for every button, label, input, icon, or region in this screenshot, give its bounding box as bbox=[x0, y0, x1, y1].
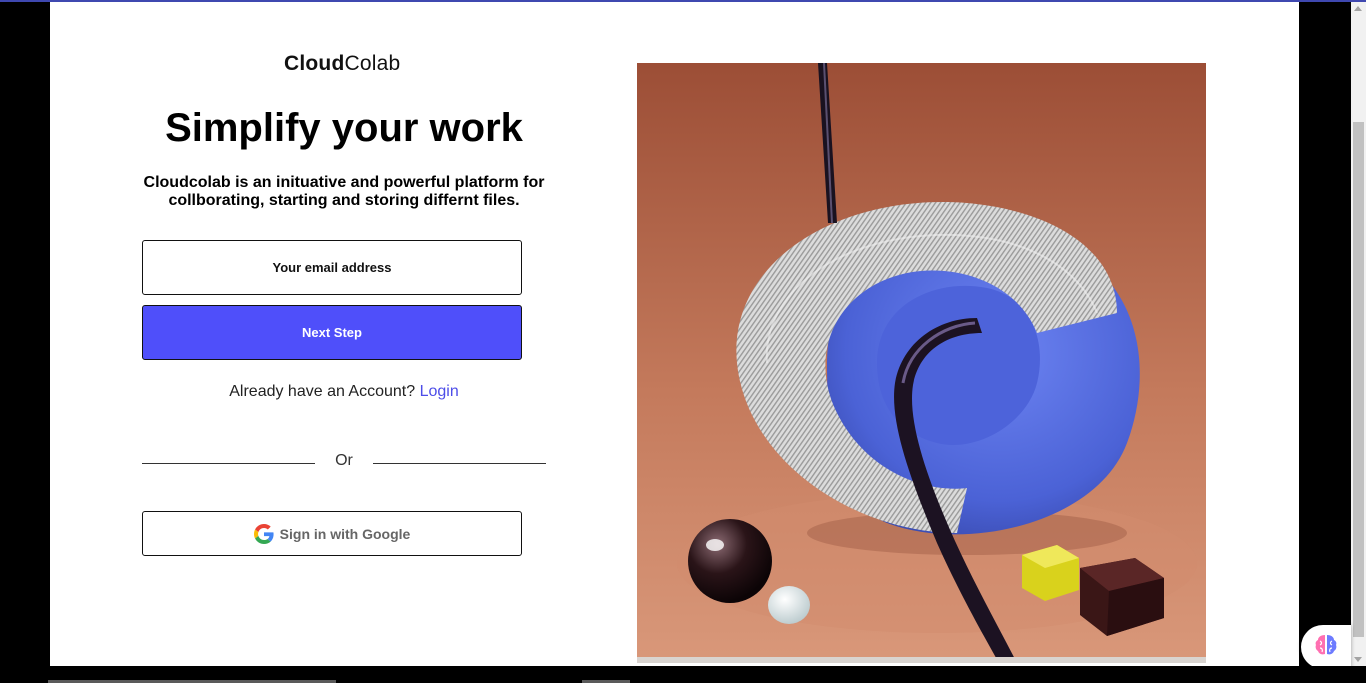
divider-left bbox=[142, 463, 315, 464]
brand-logo: CloudColab bbox=[284, 52, 400, 76]
login-link[interactable]: Login bbox=[420, 383, 459, 400]
email-field[interactable] bbox=[142, 240, 522, 295]
brain-icon bbox=[1313, 632, 1339, 663]
page-title: Simplify your work bbox=[165, 106, 523, 150]
next-step-button[interactable]: Next Step bbox=[142, 305, 522, 360]
divider-right bbox=[373, 463, 546, 464]
google-signin-label: Sign in with Google bbox=[279, 525, 411, 542]
hero-bottom-bar bbox=[637, 657, 1206, 663]
hero-illustration bbox=[637, 63, 1206, 663]
bottom-strip bbox=[0, 666, 1366, 683]
assistant-button[interactable] bbox=[1301, 625, 1351, 669]
scroll-down-icon[interactable] bbox=[1354, 657, 1362, 662]
page-scrollbar[interactable] bbox=[1351, 2, 1366, 666]
brand-bold: Cloud bbox=[284, 52, 345, 75]
google-g-icon bbox=[253, 523, 274, 544]
scrollbar-thumb[interactable] bbox=[1353, 122, 1364, 637]
account-prompt: Already have an Account? Login bbox=[142, 383, 546, 401]
or-separator: Or bbox=[335, 452, 353, 469]
scroll-up-icon[interactable] bbox=[1354, 6, 1362, 11]
account-prompt-text: Already have an Account? bbox=[229, 383, 416, 400]
brand-light: Colab bbox=[344, 52, 401, 75]
google-signin-button[interactable]: Sign in with Google bbox=[142, 511, 522, 556]
page-subtitle: Cloudcolab is an inituative and powerful… bbox=[143, 174, 545, 209]
